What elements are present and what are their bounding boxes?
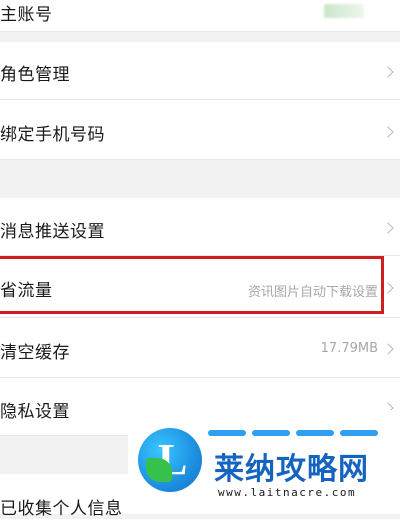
privacy-settings-label: 隐私设置 [0,402,70,422]
role-management-label: 角色管理 [0,65,70,85]
chevron-right-icon [382,343,394,355]
bind-phone-label: 绑定手机号码 [0,125,105,145]
watermark-url: www.laitnacre.com [218,486,357,499]
watermark: L 莱纳攻略网 www.laitnacre.com [128,410,400,505]
collected-info-label: 已收集个人信息 [0,499,123,519]
clear-cache-value: 17.79MB [320,341,378,356]
clear-cache-row[interactable]: 清空缓存 17.79MB [0,318,400,378]
chevron-right-icon [382,222,394,234]
push-settings-label: 消息推送设置 [0,222,105,242]
account-value-redacted [324,4,364,18]
main-account-label: 主账号 [0,5,53,25]
watermark-decoration [208,430,378,436]
chevron-right-icon [382,282,394,294]
main-account-row[interactable]: 主账号 [0,0,400,32]
watermark-title: 莱纳攻略网 [214,452,369,487]
role-management-row[interactable]: 角色管理 [0,42,400,100]
watermark-logo: L [138,428,202,492]
save-data-label: 省流量 [0,281,53,301]
watermark-logo-letter: L [158,435,188,484]
chevron-right-icon [382,126,394,138]
clear-cache-label: 清空缓存 [0,343,70,363]
bind-phone-row[interactable]: 绑定手机号码 [0,100,400,160]
push-settings-row[interactable]: 消息推送设置 [0,198,400,256]
save-data-value: 资讯图片自动下载设置 [247,285,378,300]
chevron-right-icon [382,66,394,78]
save-data-row[interactable]: 省流量 资讯图片自动下载设置 [0,256,400,318]
